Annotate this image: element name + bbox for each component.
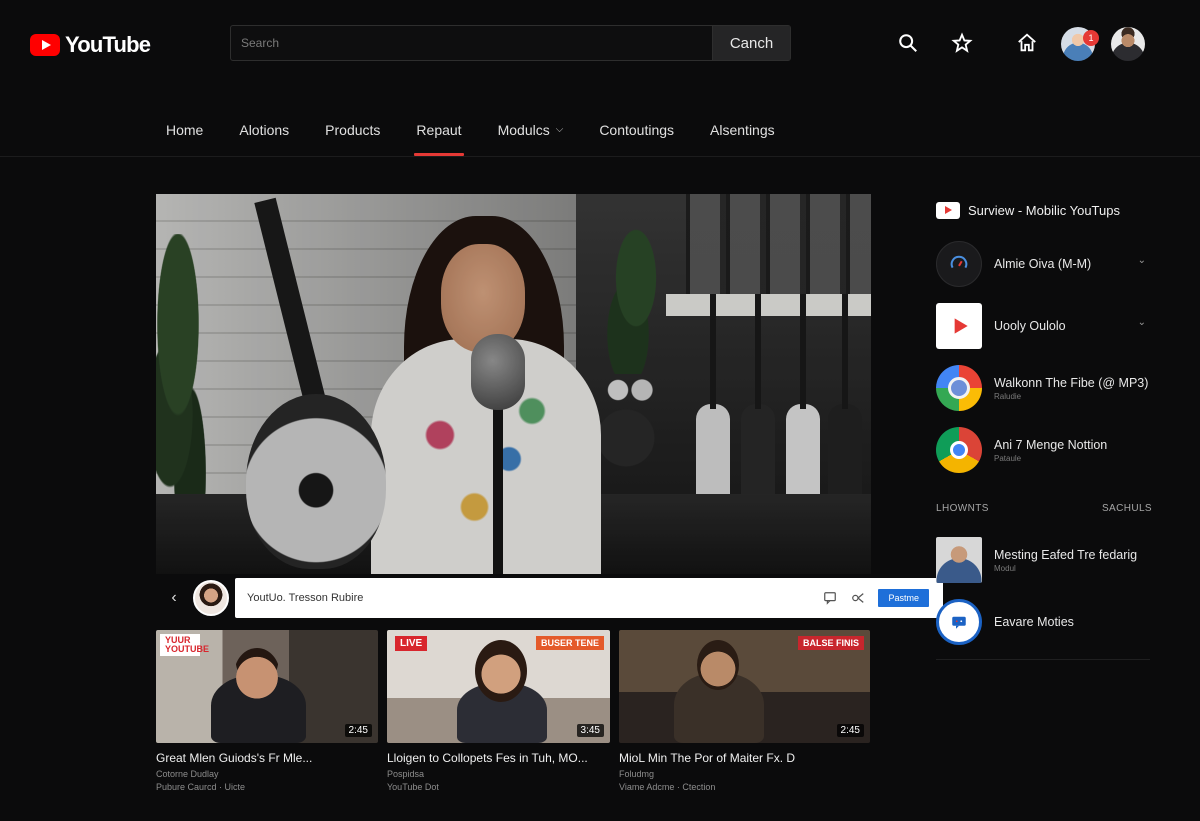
search-input[interactable] [231,26,712,60]
video-title: YoutUo. Tresson Rubire [247,592,364,604]
sidebar-item[interactable]: Walkonn The Fibe (@ MP3) Raludie [936,357,1152,419]
video-meta: YouTube Dot [387,782,439,792]
sidebar-title: Surview - Mobilic YouTups [968,202,1120,218]
video-thumbnail[interactable]: YUUR YOUTUBE 2:45 [156,630,378,743]
feature-button[interactable]: Pastme [878,589,929,607]
tab-alsentings[interactable]: Alsentings [692,108,793,156]
player-title-bar: ‹ YoutUo. Tresson Rubire Pastme [156,578,943,618]
tab-label: Alsentings [710,122,775,138]
sidebar-item-title: Ani 7 Menge Nottion [994,437,1108,452]
top-bar: YouTube Canch 1 [0,0,1200,88]
channel-name[interactable]: Pospidsa [387,769,610,779]
thumbnail-badge: YUUR YOUTUBE [160,634,209,656]
gauge-icon [936,241,982,287]
channel-avatar[interactable] [193,580,229,616]
video-card[interactable]: YUUR YOUTUBE 2:45 Great Mlen Guiods's Fr… [156,630,378,792]
tab-label: Contoutings [599,122,675,138]
tab-alotions[interactable]: Alotions [221,108,307,156]
section-label: LHOWNTS [936,503,989,514]
chevron-down-icon[interactable]: ⌄ [1138,255,1146,266]
logo-text: YouTube [65,32,151,57]
sidebar-item-subtitle: Raludie [994,391,1022,401]
person-photo-icon [936,537,982,583]
search-icon[interactable] [897,32,919,54]
nav-divider [0,156,1200,157]
sidebar: Surview - Mobilic YouTups Almie Oiva (M-… [936,195,1152,660]
channel-name[interactable]: Cotorne Dudlay [156,769,378,779]
sidebar-header[interactable]: Surview - Mobilic YouTups [936,195,1152,225]
search-button[interactable]: Canch [712,26,790,60]
thumbnail-badge: BUSER TENE [535,636,604,650]
video-title[interactable]: Great Mlen Guiods's Fr Mle... [156,751,378,765]
sidebar-item-title: Mesting Eafed Tre fedarig [994,547,1138,562]
tab-modulcs[interactable]: Modulcs ⌵ [480,108,582,156]
sidebar-item[interactable]: Uooly Oulolo ⌄ [936,295,1152,357]
chrome-icon-center [950,441,968,459]
chevron-down-icon[interactable]: ⌄ [1138,317,1146,328]
video-title-field[interactable]: YoutUo. Tresson Rubire Pastme [235,578,943,618]
message-icon [936,599,982,645]
video-shade [156,194,871,574]
live-badge: LIVE [395,636,428,651]
tab-label: Alotions [239,122,290,138]
sidebar-item[interactable]: Mesting Eafed Tre fedarig Modul [936,529,1152,591]
section-action[interactable]: SACHULS [1102,503,1152,523]
video-meta: Viame Adcme · Ctection [619,782,716,792]
icon-center [948,377,970,399]
video-card[interactable]: BALSE FINIS 2:45 MioL Min The Por of Mai… [619,630,870,792]
google-photos-icon [936,365,982,411]
video-meta: Pubure Caurcd · Uicte [156,782,246,792]
video-title[interactable]: MioL Min The Por of Maiter Fx. D [619,751,870,765]
tab-home[interactable]: Home [148,108,221,156]
thumbnail-badge: BALSE FINIS [797,636,864,650]
related-videos: YUUR YOUTUBE 2:45 Great Mlen Guiods's Fr… [156,630,871,800]
star-icon[interactable] [951,32,973,54]
video-thumbnail[interactable]: LIVE BUSER TENE 3:45 [387,630,610,743]
sidebar-item-subtitle: Modul [994,563,1016,573]
sidebar-item-title: Almie Oiva (M-M) [994,257,1092,271]
youtube-play-icon [30,34,60,56]
tab-repaut[interactable]: Repaut [398,108,479,156]
tab-contoutings[interactable]: Contoutings [581,108,692,156]
user-avatar[interactable] [1111,27,1145,61]
tab-products[interactable]: Products [307,108,398,156]
sidebar-item-title: Uooly Oulolo [994,319,1066,333]
sidebar-item[interactable]: Almie Oiva (M-M) ⌄ [936,233,1152,295]
home-icon[interactable] [1016,32,1038,54]
sidebar-section-header: LHOWNTS SACHULS [936,503,1152,523]
video-player[interactable] [156,194,871,574]
video-thumbnail[interactable]: BALSE FINIS 2:45 [619,630,870,743]
video-title[interactable]: Lloigen to Collopets Fes in Tuh, MO... [387,751,610,765]
youtube-logo[interactable]: YouTube [30,32,151,58]
youtube-play-icon [936,303,982,349]
video-card[interactable]: LIVE BUSER TENE 3:45 Lloigen to Collopet… [387,630,610,792]
search-bar: Canch [230,25,791,61]
back-arrow-icon[interactable]: ‹ [156,578,192,618]
sidebar-item-subtitle: Pataule [994,453,1022,463]
tab-label: Products [325,122,381,138]
sidebar-item[interactable]: Eavare Moties [936,591,1152,653]
sidebar-item-title: Walkonn The Fibe (@ MP3) [994,375,1149,390]
thumbnail-face [234,648,280,702]
video-duration: 3:45 [576,724,604,737]
chevron-down-icon: ⌵ [555,124,564,135]
tab-label: Home [166,122,204,138]
chrome-icon [936,427,982,473]
nav-tabs: Home Alotions Products Repaut Modulcs ⌵ C… [148,108,793,158]
tab-label: Repaut [416,122,462,138]
tab-label: Modulcs [497,122,550,138]
share-icon[interactable] [850,590,866,606]
notification-badge: 1 [1083,30,1099,46]
thumbnail-face [697,640,739,690]
chat-icon[interactable] [822,590,838,606]
youtube-icon [936,201,960,219]
sidebar-item[interactable]: Ani 7 Menge Nottion Pataule [936,419,1152,481]
thumbnail-face [475,640,527,702]
video-duration: 2:45 [344,724,372,737]
video-duration: 2:45 [836,724,864,737]
sidebar-item-title: Eavare Moties [994,615,1074,629]
channel-name[interactable]: Foludmg [619,769,870,779]
sidebar-divider [936,659,1150,660]
